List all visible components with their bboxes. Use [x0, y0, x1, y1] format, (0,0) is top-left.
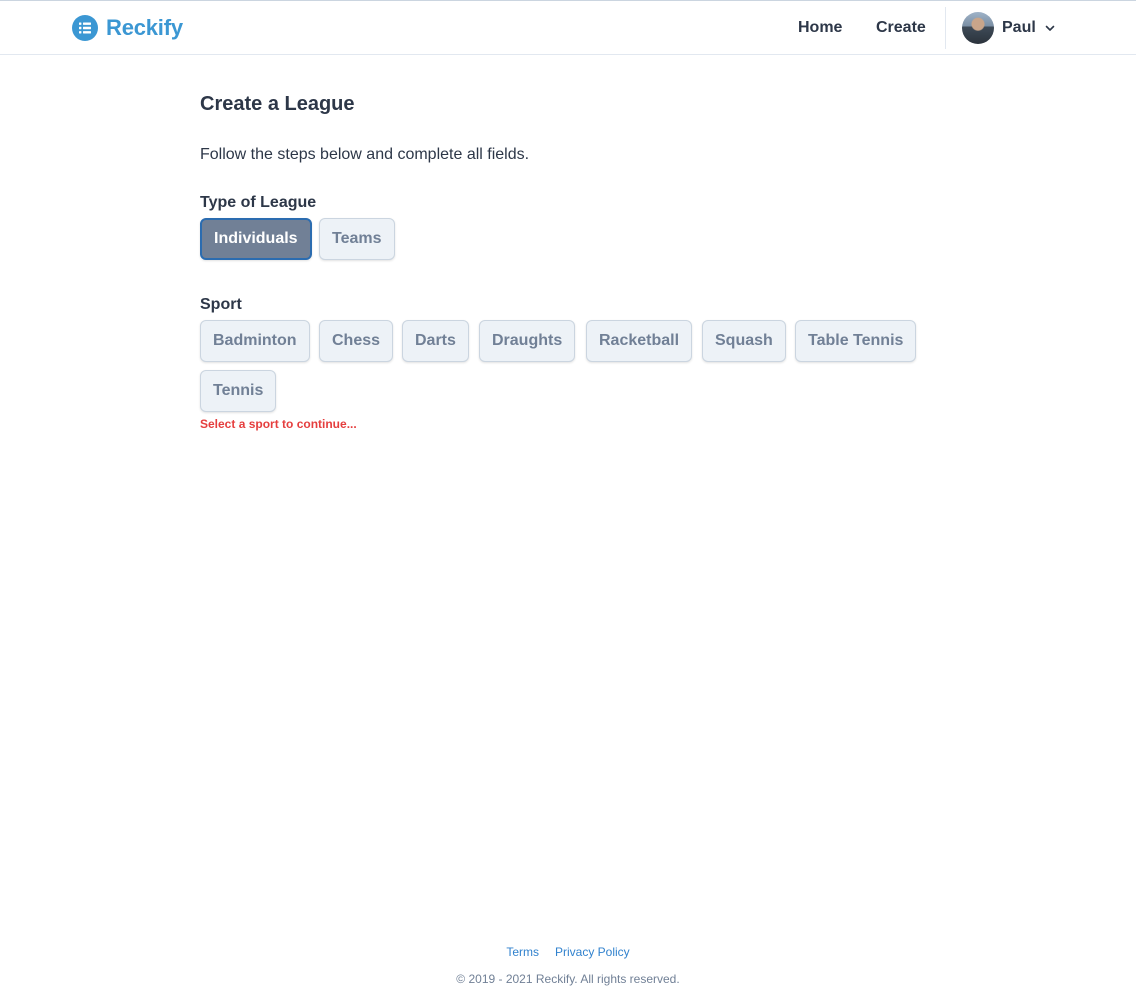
brand-name: Reckify — [106, 15, 183, 40]
sport-badminton-button[interactable]: Badminton — [200, 320, 310, 362]
sport-racketball-button[interactable]: Racketball — [586, 320, 693, 362]
terms-link[interactable]: Terms — [506, 945, 539, 959]
brand-logo[interactable]: Reckify — [72, 14, 183, 42]
copyright-text: © 2019 - 2021 Reckify. All rights reserv… — [456, 972, 680, 986]
page-title: Create a League — [200, 93, 355, 115]
sport-draughts-button[interactable]: Draughts — [479, 320, 576, 362]
nav-create-link[interactable]: Create — [876, 18, 926, 38]
list-icon — [72, 15, 98, 41]
sport-error-message: Select a sport to continue... — [200, 417, 357, 431]
league-type-label: Type of League — [200, 194, 317, 211]
avatar — [962, 12, 994, 44]
top-navbar: Reckify Home Create Paul — [0, 1, 1136, 55]
sport-table-tennis-button[interactable]: Table Tennis — [795, 320, 917, 362]
nav-divider — [945, 7, 946, 49]
privacy-policy-link[interactable]: Privacy Policy — [555, 945, 630, 959]
league-type-teams-button[interactable]: Teams — [319, 218, 395, 260]
sport-darts-button[interactable]: Darts — [402, 320, 469, 362]
league-type-individuals-button[interactable]: Individuals — [200, 218, 312, 260]
user-name: Paul — [1002, 19, 1036, 36]
footer-links: Terms Privacy Policy — [0, 945, 1136, 959]
user-menu[interactable]: Paul — [962, 12, 1056, 44]
nav-home-link[interactable]: Home — [798, 18, 842, 38]
sport-chess-button[interactable]: Chess — [319, 320, 394, 362]
sport-squash-button[interactable]: Squash — [702, 320, 786, 362]
page: Reckify Home Create Paul Create a League… — [0, 0, 1136, 1004]
sport-tennis-button[interactable]: Tennis — [200, 370, 277, 412]
sport-label: Sport — [200, 296, 242, 313]
intro-text: Follow the steps below and complete all … — [200, 146, 530, 163]
chevron-down-icon — [1045, 25, 1055, 31]
